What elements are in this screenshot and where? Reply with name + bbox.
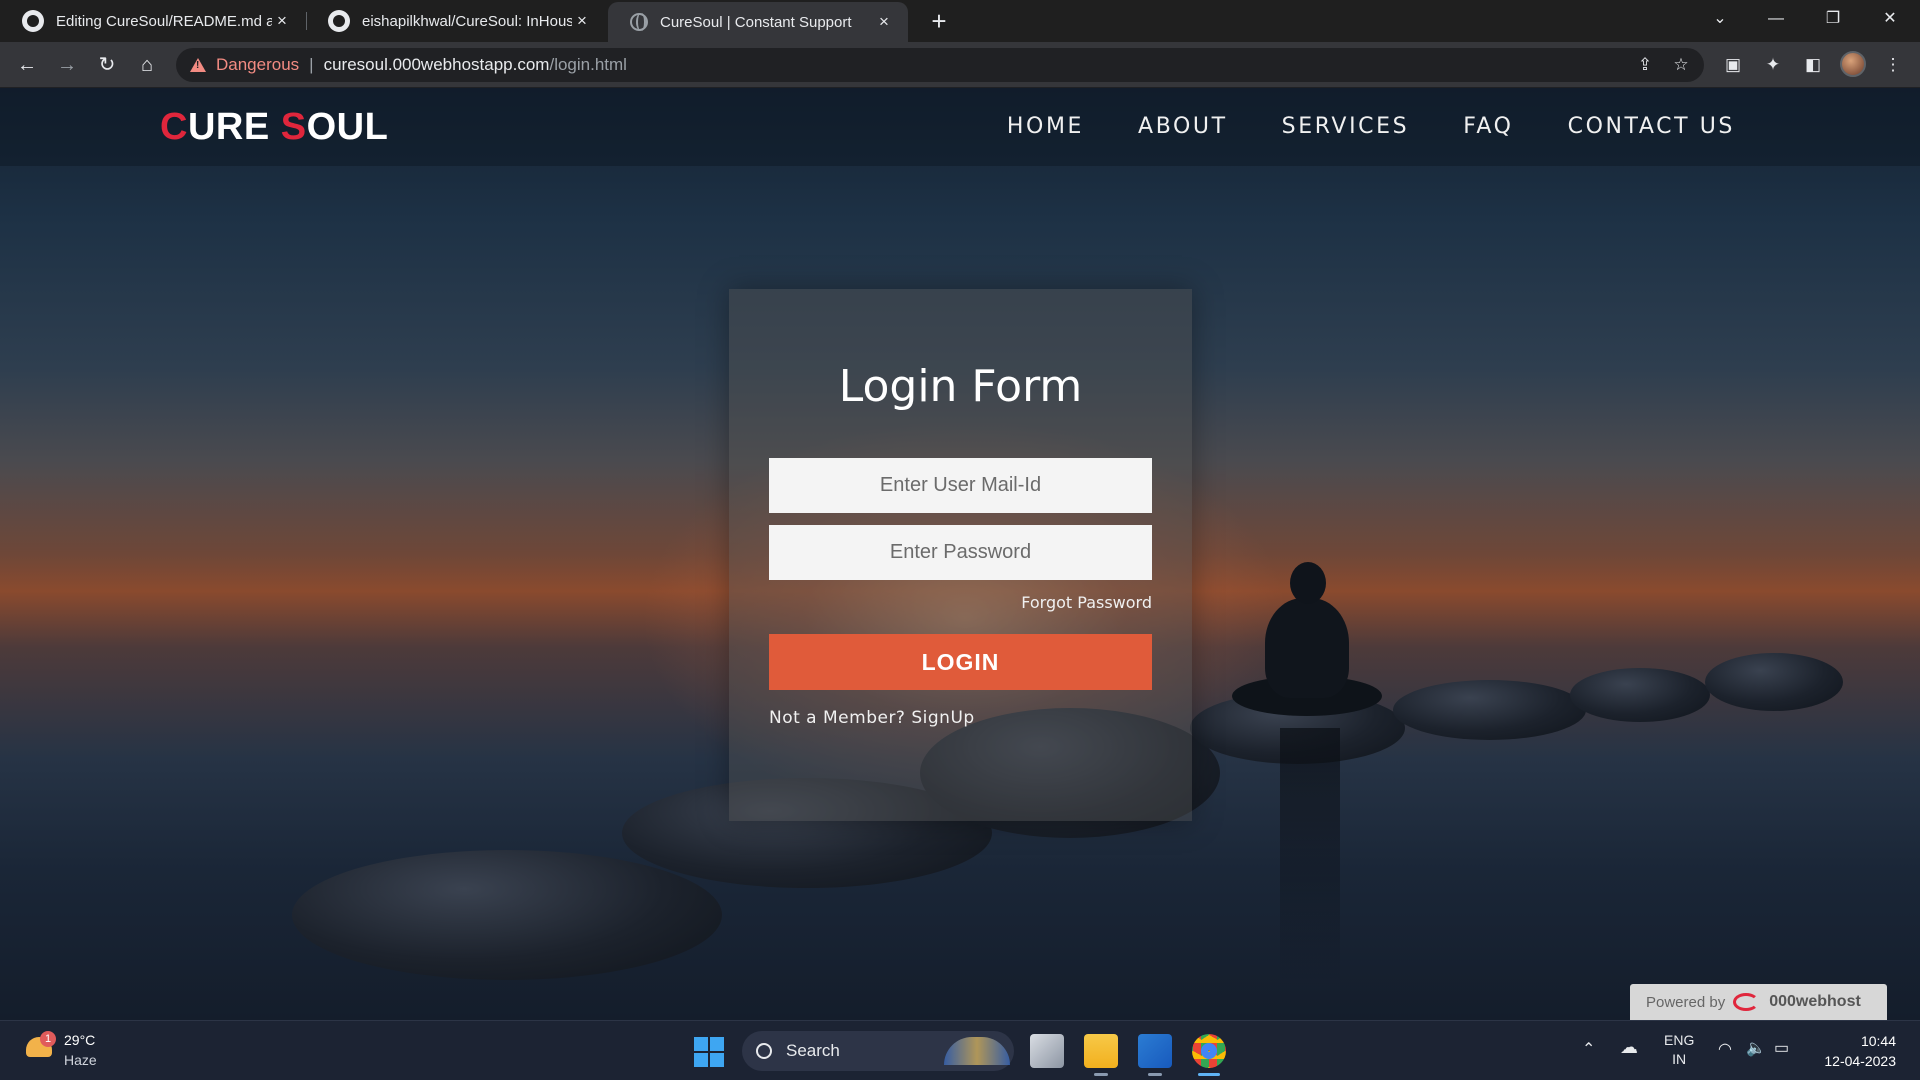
- logo-text-oul: OUL: [306, 106, 389, 148]
- restore-button[interactable]: ❐: [1805, 0, 1861, 38]
- background-reflection: [1280, 728, 1340, 988]
- clock-time: 10:44: [1860, 1033, 1896, 1049]
- file-explorer-icon[interactable]: [1084, 1034, 1118, 1068]
- battery-icon[interactable]: ▭: [1774, 1038, 1789, 1058]
- close-window-button[interactable]: ✕: [1862, 0, 1918, 38]
- search-highlight-icon: [944, 1037, 1010, 1065]
- security-status[interactable]: Dangerous: [216, 55, 299, 75]
- tab-title: CureSoul | Constant Support: [660, 13, 852, 31]
- meditating-figure-head: [1290, 562, 1326, 604]
- puzzle-extensions-icon[interactable]: ✦: [1758, 50, 1788, 80]
- login-card: Login Form Forgot Password LOGIN Not a M…: [729, 289, 1192, 821]
- site-logo[interactable]: CURE SOUL: [160, 106, 388, 149]
- running-indicator: [1148, 1073, 1162, 1076]
- nav-about-link[interactable]: ABOUT: [1138, 114, 1228, 139]
- url-path: /login.html: [549, 55, 627, 74]
- powered-by-prefix: Powered by: [1646, 993, 1726, 1011]
- volume-icon[interactable]: 🔈: [1746, 1038, 1766, 1058]
- nav-faq-link[interactable]: FAQ: [1463, 114, 1513, 139]
- language-indicator[interactable]: ENG IN: [1664, 1031, 1694, 1069]
- side-panel-icon[interactable]: ◧: [1798, 50, 1828, 80]
- word-icon[interactable]: [1138, 1034, 1172, 1068]
- warning-icon: [190, 58, 206, 72]
- notion-extension-icon[interactable]: ▣: [1718, 50, 1748, 80]
- share-icon[interactable]: ⇪: [1630, 50, 1660, 80]
- search-label: Search: [786, 1041, 840, 1060]
- reload-icon[interactable]: ↻: [92, 50, 122, 80]
- signup-link[interactable]: Not a Member? SignUp: [769, 708, 975, 728]
- background-stone: [1393, 680, 1586, 740]
- tab-curesoul-login[interactable]: CureSoul | Constant Support ×: [608, 2, 908, 42]
- active-app-indicator: [1198, 1073, 1220, 1076]
- close-icon[interactable]: ×: [572, 11, 592, 31]
- background-stone: [1705, 653, 1843, 711]
- os-taskbar: 1 29°C Haze Search ⌃ ☁ ENG IN ◠ 🔈 ▭ 10:4…: [0, 1020, 1920, 1080]
- profile-avatar[interactable]: [1840, 51, 1866, 77]
- logo-letter-c: C: [160, 106, 188, 148]
- forgot-password-link[interactable]: Forgot Password: [1021, 593, 1152, 612]
- site-navbar: CURE SOUL HOME ABOUT SERVICES FAQ CONTAC…: [0, 88, 1920, 166]
- menu-kebab-icon[interactable]: ⋮: [1878, 50, 1908, 80]
- task-view-icon[interactable]: [1030, 1034, 1064, 1068]
- meditating-figure-body: [1265, 598, 1349, 698]
- login-button[interactable]: LOGIN: [769, 634, 1152, 690]
- running-indicator: [1094, 1073, 1108, 1076]
- close-icon[interactable]: ×: [272, 11, 292, 31]
- logo-text-ure: URE: [187, 106, 281, 148]
- globe-icon: [630, 13, 648, 31]
- nav-services-link[interactable]: SERVICES: [1282, 114, 1410, 139]
- weather-badge: 1: [40, 1031, 56, 1047]
- language-region: IN: [1672, 1051, 1687, 1067]
- background-stone: [1570, 668, 1710, 722]
- chrome-icon[interactable]: [1192, 1034, 1226, 1068]
- minimize-button[interactable]: —: [1748, 0, 1804, 38]
- nav-home-link[interactable]: HOME: [1007, 114, 1084, 139]
- tab-strip: Editing CureSoul/README.md at × eishapil…: [0, 0, 1920, 42]
- search-icon: [756, 1043, 772, 1059]
- page-viewport: CURE SOUL HOME ABOUT SERVICES FAQ CONTAC…: [0, 88, 1920, 1020]
- logo-letter-s: S: [280, 106, 307, 148]
- main-nav: HOME ABOUT SERVICES FAQ CONTACT US: [1007, 114, 1735, 139]
- star-icon[interactable]: ☆: [1666, 50, 1696, 80]
- url-separator: |: [309, 55, 314, 74]
- powered-by-brand: 000webhost: [1769, 993, 1861, 1010]
- powered-by-badge[interactable]: Powered by 000webhost: [1630, 984, 1887, 1020]
- background-stone: [292, 850, 722, 980]
- taskbar-search[interactable]: Search: [742, 1031, 1014, 1071]
- github-icon: [22, 10, 44, 32]
- language-code: ENG: [1664, 1032, 1695, 1048]
- taskbar-clock[interactable]: 10:44 12-04-2023: [1812, 1031, 1896, 1071]
- nav-contact-link[interactable]: CONTACT US: [1568, 114, 1735, 139]
- tab-search-icon[interactable]: ⌄: [1692, 0, 1748, 38]
- tab-editing-readme[interactable]: Editing CureSoul/README.md at ×: [0, 0, 306, 42]
- url-host: curesoul.000webhostapp.com: [323, 55, 550, 74]
- tab-title: eishapilkhwal/CureSoul: InHouse: [362, 12, 572, 30]
- new-tab-button[interactable]: +: [922, 4, 956, 38]
- weather-temperature[interactable]: 29°C: [64, 1032, 95, 1048]
- clock-date: 12-04-2023: [1824, 1053, 1896, 1069]
- 000webhost-logo-icon: [1733, 993, 1760, 1011]
- home-icon[interactable]: ⌂: [132, 50, 162, 80]
- github-icon: [328, 10, 350, 32]
- login-title: Login Form: [838, 361, 1083, 412]
- chevron-up-icon[interactable]: ⌃: [1582, 1039, 1595, 1059]
- start-windows-icon[interactable]: [694, 1037, 724, 1067]
- address-bar[interactable]: Dangerous | curesoul.000webhostapp.com/l…: [176, 48, 1704, 82]
- email-input[interactable]: [769, 458, 1152, 513]
- forward-icon[interactable]: →: [52, 50, 82, 80]
- password-input[interactable]: [769, 525, 1152, 580]
- weather-condition[interactable]: Haze: [64, 1052, 97, 1068]
- back-icon[interactable]: ←: [12, 50, 42, 80]
- tab-title: Editing CureSoul/README.md at: [56, 12, 272, 30]
- close-icon[interactable]: ×: [874, 12, 894, 32]
- onedrive-icon[interactable]: ☁: [1620, 1037, 1638, 1058]
- browser-toolbar: ← → ↻ ⌂ Dangerous | curesoul.000webhosta…: [0, 42, 1920, 88]
- tab-curesoul-repo[interactable]: eishapilkhwal/CureSoul: InHouse ×: [306, 0, 606, 42]
- wifi-icon[interactable]: ◠: [1718, 1039, 1732, 1059]
